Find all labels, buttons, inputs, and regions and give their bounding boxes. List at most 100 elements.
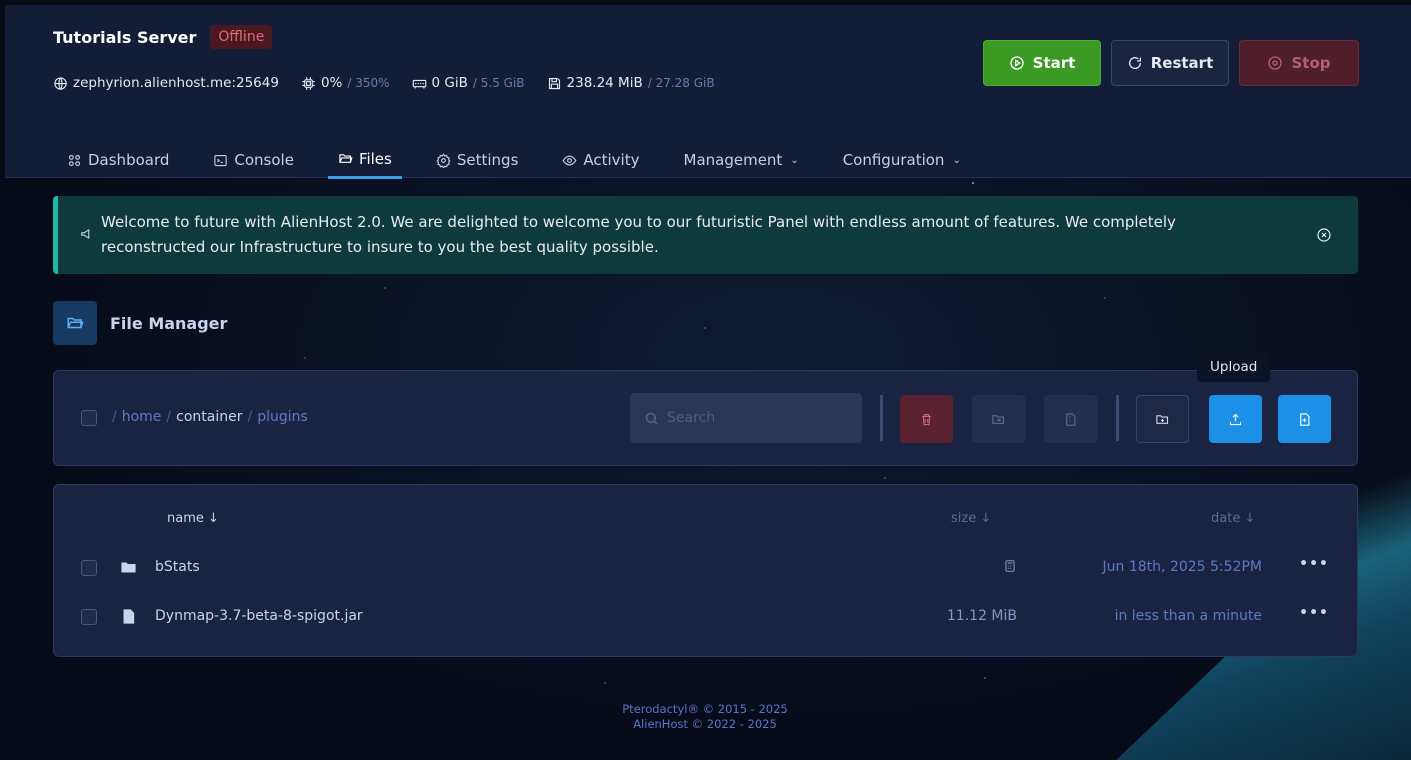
folder-plus-icon [1155,412,1170,427]
announcement-alert: Welcome to future with AlienHost 2.0. We… [53,196,1358,274]
tab-management[interactable]: Management ⌄ [674,141,809,179]
tab-dashboard[interactable]: Dashboard [57,141,179,179]
server-address: zephyrion.alienhost.me:25649 [73,75,279,91]
file-manager-heading: File Manager [53,301,227,345]
row-checkbox[interactable] [81,609,97,625]
folder-move-icon [991,412,1006,427]
breadcrumb-home[interactable]: home [122,409,162,425]
alert-text: Welcome to future with AlienHost 2.0. We… [101,213,1176,256]
delete-button[interactable] [900,395,953,443]
chevron-down-icon: ⌄ [952,154,961,166]
tab-label: Activity [583,151,640,169]
grid-icon [67,153,82,168]
select-all-checkbox[interactable] [81,410,97,426]
cpu-icon [301,76,316,91]
footer-pterodactyl[interactable]: Pterodactyl® © 2015 - 2025 [5,702,1405,717]
table-row[interactable]: bStats Jun 18th, 2025 5:52PM ••• [54,548,1357,588]
megaphone-icon [80,226,94,245]
footer: Pterodactyl® © 2015 - 2025 AlienHost © 2… [5,702,1405,732]
table-row[interactable]: Dynmap-3.7-beta-8-spigot.jar 11.12 MiB i… [54,597,1357,637]
breadcrumb-plugins[interactable]: plugins [257,409,308,425]
server-header: Tutorials Server Offline zephyrion.alien… [5,5,1411,179]
globe-icon [53,76,68,91]
column-name[interactable]: name ↓ [167,511,219,526]
page-title: File Manager [110,313,228,333]
more-options-icon[interactable]: ••• [1299,556,1329,572]
trash-icon [919,412,934,427]
folder-icon [120,559,137,580]
app-frame: Tutorials Server Offline zephyrion.alien… [5,5,1411,760]
tab-activity[interactable]: Activity [552,141,649,179]
server-name: Tutorials Server [53,27,197,47]
toolbar-divider [880,395,883,441]
memory-limit: / 5.5 GiB [472,76,525,90]
breadcrumb: / home / container / plugins [112,409,308,425]
stop-label: Stop [1291,54,1331,72]
terminal-icon [213,153,228,168]
power-controls: Start Restart Stop [983,40,1359,86]
memory-icon [412,76,427,91]
calculator-icon[interactable] [1003,559,1017,577]
disk-stat: 238.24 MiB / 27.28 GiB [547,75,715,91]
archive-button[interactable] [1044,395,1097,443]
eye-icon [562,153,577,168]
close-icon[interactable] [1316,227,1332,247]
footer-alienhost[interactable]: AlienHost © 2022 - 2025 [5,717,1405,732]
tab-label: Dashboard [88,151,170,169]
column-date[interactable]: date ↓ [1211,511,1255,526]
toolbar-divider [1116,395,1119,441]
cpu-value: 0% [320,75,343,91]
search-box[interactable] [630,393,862,443]
file-toolbar: / home / container / plugins [53,370,1358,466]
stop-button[interactable]: Stop [1239,40,1359,86]
disk-limit: / 27.28 GiB [647,76,715,90]
folder-open-icon [53,301,97,345]
file-date: Jun 18th, 2025 5:52PM [1102,559,1262,575]
tab-settings[interactable]: Settings [426,141,529,179]
new-folder-button[interactable] [1136,395,1189,443]
new-file-button[interactable] [1278,395,1331,443]
nav-tabs: Dashboard Console Files Settings Activit… [57,141,995,179]
tab-files[interactable]: Files [327,141,402,179]
disk-value: 238.24 MiB [566,75,643,91]
folder-open-icon [338,151,353,166]
memory-value: 0 GiB [431,75,468,91]
tab-label: Settings [456,151,519,169]
gear-icon [436,152,451,168]
cpu-limit: / 350% [347,76,390,90]
chevron-down-icon: ⌄ [790,154,799,166]
tab-console[interactable]: Console [203,141,304,179]
file-icon [120,608,137,629]
tab-configuration[interactable]: Configuration ⌄ [833,141,971,179]
file-plus-icon [1297,412,1312,427]
status-badge: Offline [210,25,273,49]
cpu-stat: 0% / 350% [301,75,390,91]
upload-button[interactable] [1209,395,1262,443]
more-options-icon[interactable]: ••• [1299,605,1329,621]
restart-button[interactable]: Restart [1111,40,1229,86]
tab-label: Management [683,151,783,169]
move-button[interactable] [972,395,1025,443]
tab-label: Files [358,149,392,168]
refresh-icon [1127,55,1143,71]
tab-label: Console [234,151,294,169]
column-size[interactable]: size ↓ [951,511,991,526]
memory-stat: 0 GiB / 5.5 GiB [412,75,525,91]
server-stats: zephyrion.alienhost.me:25649 0% / 350% 0… [53,75,715,91]
play-circle-icon [1009,55,1025,71]
search-input[interactable] [667,410,837,426]
start-label: Start [1032,54,1076,72]
file-size: 11.12 MiB [946,608,1017,624]
file-zip-icon [1063,412,1078,427]
address-stat[interactable]: zephyrion.alienhost.me:25649 [53,75,279,91]
start-button[interactable]: Start [983,40,1101,86]
file-name[interactable]: Dynmap-3.7-beta-8-spigot.jar [155,608,363,624]
row-checkbox[interactable] [81,560,97,576]
file-list: name ↓ size ↓ date ↓ bStats Jun 18th, 20… [53,484,1358,657]
restart-label: Restart [1150,54,1214,72]
tab-label: Configuration [842,151,945,169]
file-name[interactable]: bStats [155,559,200,575]
breadcrumb-container[interactable]: container [176,409,242,425]
file-date: in less than a minute [1114,608,1262,624]
upload-icon [1228,412,1243,427]
